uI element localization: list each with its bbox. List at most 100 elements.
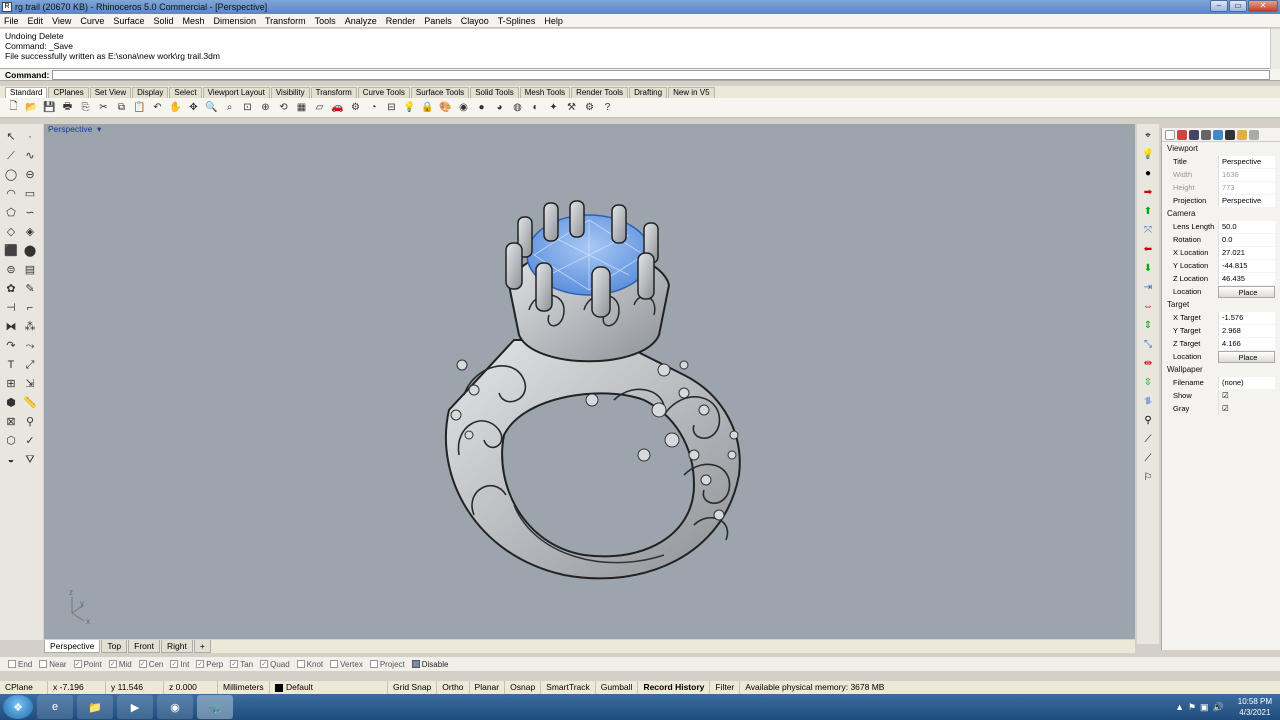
osnap-project[interactable]: Project (369, 660, 405, 669)
menu-tools[interactable]: Tools (315, 16, 336, 26)
osnap-disable[interactable]: Disable (411, 660, 448, 669)
title-field[interactable]: Perspective (1218, 155, 1275, 168)
mirror-z-icon[interactable]: ⥮ (1141, 395, 1155, 409)
tab-viewport-layout[interactable]: Viewport Layout (202, 87, 270, 98)
media-player-icon[interactable]: ▶ (117, 695, 153, 719)
command-input[interactable] (52, 69, 1270, 80)
render-tab-icon[interactable] (1213, 129, 1223, 140)
tab-cplanes[interactable]: CPlanes (48, 87, 89, 98)
cylinder-icon[interactable]: ⊜ (3, 262, 19, 278)
minimize-button[interactable]: – (1210, 0, 1228, 12)
osnap-int[interactable]: ✓ Int (170, 660, 189, 669)
menu-curve[interactable]: Curve (80, 16, 104, 26)
undo-icon[interactable]: ↶ (150, 100, 165, 115)
curve-icon[interactable]: ∿ (22, 148, 38, 164)
bulb-icon[interactable]: 💡 (1141, 148, 1155, 162)
color-wheel-icon[interactable]: ◉ (456, 100, 471, 115)
library-tab-icon[interactable] (1249, 129, 1259, 140)
array-icon[interactable]: ⊞ (3, 376, 19, 392)
options-icon[interactable]: ⚒ (564, 100, 579, 115)
osnap-point[interactable]: ✓ Point (73, 660, 102, 669)
tab-mesh-tools[interactable]: Mesh Tools (519, 87, 571, 98)
osnap-near[interactable]: Near (39, 660, 67, 669)
fillet-icon[interactable]: ⌐ (22, 300, 38, 316)
tab-perspective[interactable]: Perspective (44, 640, 101, 653)
checkbox[interactable]: ✓ (138, 660, 147, 668)
rotation-field[interactable]: 0.0 (1218, 233, 1275, 246)
tab-visibility[interactable]: Visibility (270, 87, 310, 98)
scale-x-icon[interactable]: ⇔ (1141, 300, 1155, 314)
menu-clayoo[interactable]: Clayoo (461, 16, 489, 26)
lightbulb-icon[interactable]: 💡 (402, 100, 417, 115)
move-icon[interactable]: ⤧ (1141, 224, 1155, 238)
tab-transform[interactable]: Transform (310, 87, 357, 98)
join-icon[interactable]: ⧓ (3, 319, 19, 335)
checkbox[interactable] (39, 660, 48, 668)
cplane-icon[interactable]: ▱ (312, 100, 327, 115)
tab-render-tools[interactable]: Render Tools (571, 87, 629, 98)
lens-length-field[interactable]: 50.0 (1218, 220, 1275, 233)
sphere-icon[interactable]: ⬤ (22, 243, 38, 259)
tab-front[interactable]: Front (128, 640, 160, 653)
save-icon[interactable]: 💾 (42, 100, 57, 115)
knife-icon[interactable]: ⟋ (1141, 452, 1155, 466)
zoom-icon[interactable]: 🔍 (204, 100, 219, 115)
open-icon[interactable]: 📂 (24, 100, 39, 115)
x-location-field[interactable]: 27.021 (1218, 246, 1275, 259)
material-tab-icon[interactable] (1177, 129, 1187, 140)
tab-set-view[interactable]: Set View (89, 87, 132, 98)
arc-icon[interactable]: ◠ (3, 186, 19, 202)
tab-standard[interactable]: Standard (5, 87, 48, 98)
target-place-button[interactable]: Place (1218, 350, 1275, 363)
point-icon[interactable]: · (22, 129, 38, 145)
mirror-x-icon[interactable]: ⇹ (1141, 357, 1155, 371)
arrow-right-icon[interactable]: ➡ (1141, 186, 1155, 200)
extrude-icon[interactable]: ⊣ (3, 300, 19, 316)
checkbox[interactable]: ✓ (196, 660, 205, 668)
paste-icon[interactable]: 📋 (132, 100, 147, 115)
checkbox[interactable] (330, 660, 339, 668)
checkbox[interactable]: ✓ (260, 660, 269, 668)
zoom-selected-icon[interactable]: ⊕ (258, 100, 273, 115)
arrow-down-icon[interactable]: ⬇ (1141, 262, 1155, 276)
filter-toggle[interactable]: Filter (710, 681, 741, 694)
units-status[interactable]: Millimeters (218, 681, 270, 694)
copy-icon[interactable]: ⧉ (114, 100, 129, 115)
align-icon[interactable]: ⇥ (1141, 281, 1155, 295)
menu-panels[interactable]: Panels (424, 16, 452, 26)
x-target-field[interactable]: -1.576 (1218, 311, 1275, 324)
text-icon[interactable]: T (3, 357, 19, 373)
viewport-title-bar[interactable]: Perspective ▾ (44, 124, 1135, 135)
cut-icon[interactable]: ✂ (96, 100, 111, 115)
sphere-ghosted-icon[interactable]: ◍ (510, 100, 525, 115)
menu-surface[interactable]: Surface (113, 16, 144, 26)
measure-icon[interactable]: ⚐ (1141, 471, 1155, 485)
menu-render[interactable]: Render (386, 16, 416, 26)
history-scrollbar[interactable] (1270, 29, 1280, 69)
paint-icon[interactable]: ⛛ (22, 452, 38, 468)
edit-icon[interactable]: ✎ (22, 281, 38, 297)
ellipse-icon[interactable]: ⊖ (22, 167, 38, 183)
y-location-field[interactable]: -44.815 (1218, 259, 1275, 272)
target-icon[interactable]: ⌖ (1141, 129, 1155, 143)
checkbox[interactable]: ✓ (73, 660, 82, 668)
ortho-toggle[interactable]: Ortho (437, 681, 470, 694)
menu-solid[interactable]: Solid (153, 16, 173, 26)
ruler-icon[interactable]: 📏 (22, 395, 38, 411)
snap-icon[interactable]: ⚲ (1141, 414, 1155, 428)
offset-icon[interactable]: ↷ (3, 338, 19, 354)
menu-tsplines[interactable]: T-Splines (498, 16, 536, 26)
light-tab-icon[interactable] (1237, 129, 1247, 140)
cage-icon[interactable]: ⬡ (3, 433, 19, 449)
tab-solid-tools[interactable]: Solid Tools (470, 87, 519, 98)
smarttrack-toggle[interactable]: SmartTrack (541, 681, 596, 694)
layer-icon[interactable]: ⊟ (384, 100, 399, 115)
cplane-status[interactable]: CPlane (0, 681, 48, 694)
projection-select[interactable]: Perspective (1218, 194, 1275, 207)
tab-top[interactable]: Top (101, 640, 128, 653)
render-sphere-icon[interactable]: ◐ (528, 100, 543, 115)
polygon-icon[interactable]: ⬠ (3, 205, 19, 221)
polyline-icon[interactable]: ⟋ (3, 148, 19, 164)
layers-tab-icon[interactable] (1189, 129, 1199, 140)
rotate-view-icon[interactable]: ✥ (186, 100, 201, 115)
